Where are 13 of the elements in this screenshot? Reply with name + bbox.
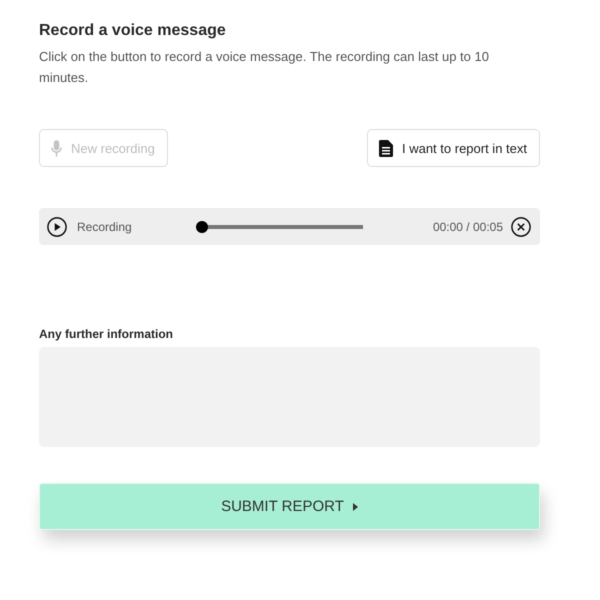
description-text: Click on the button to record a voice message. The recording can last up to 10 minutes.: [39, 48, 490, 87]
submit-report-button[interactable]: SUBMIT REPORT: [39, 483, 540, 530]
close-icon[interactable]: [511, 216, 531, 236]
play-icon[interactable]: [47, 216, 67, 236]
recording-label: Recording: [77, 220, 133, 234]
playback-time: 00:00 / 00:05: [432, 220, 503, 234]
section-title: Record a voice message: [39, 21, 227, 41]
document-icon: [378, 140, 393, 156]
caret-icon: [352, 502, 358, 510]
field-label: Any further information: [39, 327, 174, 341]
report-in-text-button[interactable]: I want to report in text: [366, 129, 540, 167]
slider-thumb[interactable]: [196, 220, 208, 232]
microphone-icon: [51, 140, 62, 156]
